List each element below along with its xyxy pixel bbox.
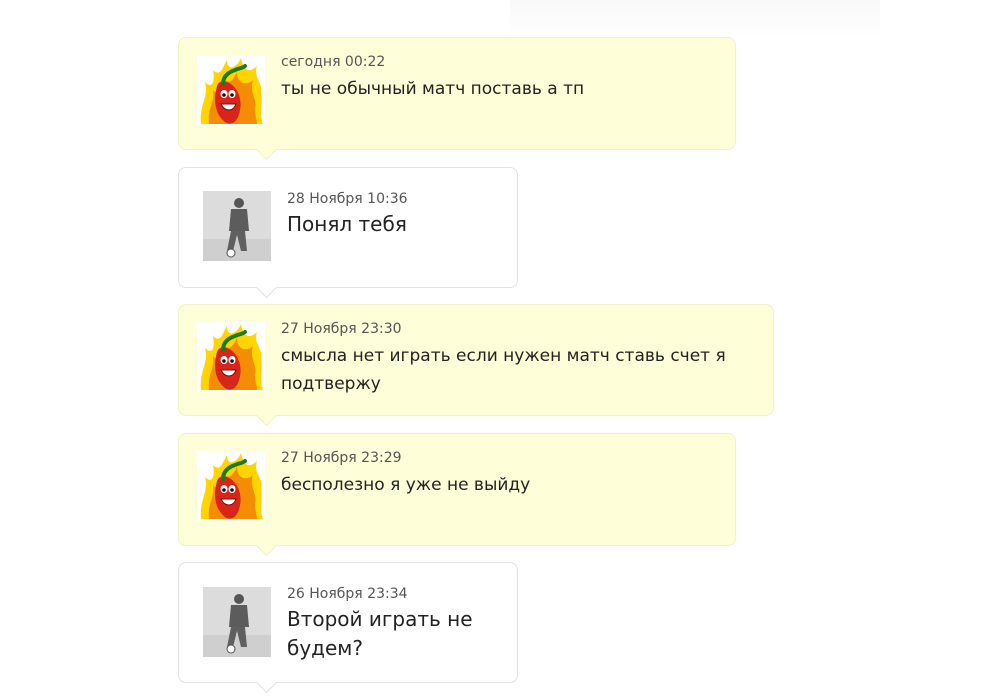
message-bubble-other: 28 Ноября 10:36 Понял тебя [178, 167, 518, 288]
chat-page: сегодня 00:22 ты не обычный матч поставь… [0, 0, 1000, 700]
pepper-avatar[interactable] [197, 451, 265, 521]
message-bubble-own: 27 Ноября 23:30 смысла нет играть если н… [178, 304, 774, 416]
message-text: смысла нет играть если нужен матч ставь … [281, 346, 726, 394]
message-bubble-own: 27 Ноября 23:29 бесполезно я уже не выйд… [178, 433, 736, 546]
message-bubble-other: 26 Ноября 23:34 Второй играть не будем? [178, 562, 518, 683]
message-timestamp: 27 Ноября 23:30 [281, 321, 402, 337]
message-timestamp: 27 Ноября 23:29 [281, 450, 402, 466]
pepper-avatar[interactable] [197, 322, 265, 392]
message-timestamp: 28 Ноября 10:36 [287, 191, 408, 207]
message-text: бесполезно я уже не выйду [281, 475, 531, 495]
pepper-avatar[interactable] [197, 56, 265, 126]
message-bubble-own: сегодня 00:22 ты не обычный матч поставь… [178, 37, 736, 150]
message-text: ты не обычный матч поставь а тп [281, 79, 585, 99]
message-timestamp: сегодня 00:22 [281, 54, 386, 70]
player-avatar[interactable] [203, 587, 271, 657]
message-text: Понял тебя [287, 212, 407, 236]
message-timestamp: 26 Ноября 23:34 [287, 586, 408, 602]
message-text: Второй играть не будем? [287, 607, 473, 660]
player-avatar[interactable] [203, 191, 271, 261]
faded-header-area [510, 0, 880, 40]
